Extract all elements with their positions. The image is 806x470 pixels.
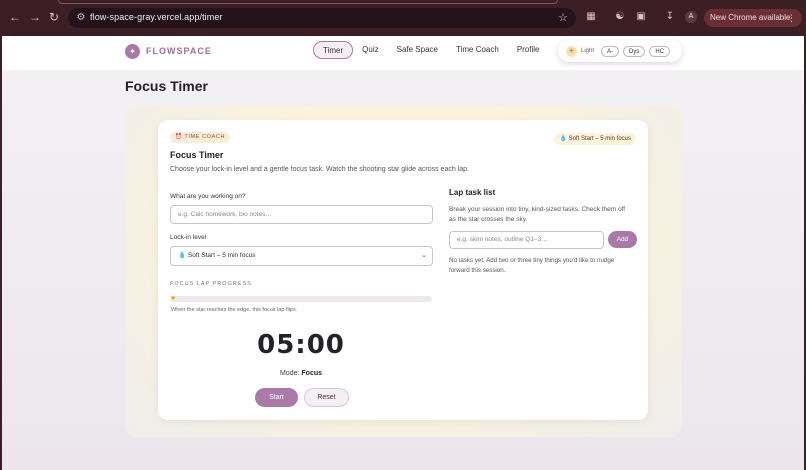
nav-safe-space[interactable]: Safe Space <box>388 41 447 59</box>
start-button[interactable]: Start <box>255 388 298 407</box>
chrome-update-label: New Chrome available <box>710 13 791 22</box>
reload-icon[interactable]: ↻ <box>47 10 61 24</box>
lap-title: Lap task list <box>449 188 496 197</box>
add-task-button[interactable]: Add <box>608 231 637 248</box>
chevron-down-icon: ⌄ <box>421 252 427 259</box>
page: ✦ FLOWSPACE Timer Quiz Safe Space Time C… <box>2 36 804 470</box>
address-bar[interactable]: ⚙ flow-space-gray.vercel.app/timer ☆ <box>68 8 576 28</box>
level-badge: 💧 Soft Start – 5 min focus <box>554 133 636 145</box>
window-edge-left <box>0 36 2 470</box>
task-input[interactable]: e.g. Calc homework, bio notes… <box>170 205 433 224</box>
nav-profile[interactable]: Profile <box>508 41 549 59</box>
level-select[interactable]: 💧 Soft Start – 5 min focus ⌄ <box>170 246 433 266</box>
accessibility-toggles: ☀ Light A- Dys HC <box>558 40 682 62</box>
mode-label: Mode: <box>279 370 300 377</box>
back-icon[interactable]: ← <box>8 10 22 24</box>
brand-name: FLOWSPACE <box>146 46 212 56</box>
nav-timer[interactable]: Timer <box>313 41 354 59</box>
main-nav: Timer Quiz Safe Space Time Coach Profile <box>313 41 549 59</box>
nav-quiz[interactable]: Quiz <box>353 41 387 59</box>
lap-description: Break your session into tiny, kind-sized… <box>449 206 626 223</box>
timer-display: 05:00 <box>257 330 345 360</box>
font-size-toggle[interactable]: A- <box>601 45 620 57</box>
timer-card: ⏰ TIME COACH 💧 Soft Start – 5 min focus … <box>158 120 648 420</box>
droplet-icon: 💧 <box>178 252 187 259</box>
chrome-update-button[interactable]: New Chrome available ⋮ <box>704 9 802 27</box>
droplet-icon: 💧 <box>559 136 567 142</box>
card-description: Choose your lock-in level and a gentle f… <box>170 166 469 173</box>
site-info-icon[interactable]: ⚙ <box>74 11 88 25</box>
sun-icon[interactable]: ☀ <box>566 45 577 57</box>
lap-empty-message: No tasks yet. Add two or three tiny thin… <box>449 257 615 274</box>
focus-progress-bar <box>170 296 432 302</box>
url-text: flow-space-gray.vercel.app/timer <box>90 12 223 22</box>
mode-value: Focus <box>301 370 323 377</box>
task-label: What are you working on? <box>170 193 246 200</box>
mode-display: Mode: Focus <box>158 370 444 377</box>
cast-icon[interactable]: ▣ <box>635 11 647 23</box>
incognito-icon[interactable]: ☯ <box>614 11 626 23</box>
dyslexia-toggle[interactable]: Dys <box>623 45 646 57</box>
profile-avatar[interactable]: A <box>685 11 697 23</box>
page-title: Focus Timer <box>125 78 208 94</box>
nav-time-coach[interactable]: Time Coach <box>447 41 508 59</box>
high-contrast-toggle[interactable]: HC <box>649 45 671 57</box>
reset-button[interactable]: Reset <box>304 388 349 407</box>
brand-logo-icon: ✦ <box>125 43 140 59</box>
extensions-icon[interactable]: ▦ <box>585 11 597 23</box>
progress-label: FOCUS LAP PROGRESS <box>170 281 252 287</box>
card-title: Focus Timer <box>170 150 224 160</box>
progress-note: When the star reaches the edge, this foc… <box>171 307 298 313</box>
lap-task-input[interactable]: e.g. skim notes, outline Q1–3… <box>449 231 604 249</box>
app-header: ✦ FLOWSPACE Timer Quiz Safe Space Time C… <box>2 36 804 70</box>
time-coach-badge: ⏰ TIME COACH <box>170 132 231 143</box>
bookmark-star-icon[interactable]: ☆ <box>558 11 568 24</box>
active-tab-outline <box>58 0 558 4</box>
more-menu-icon[interactable]: ⋮ <box>787 9 796 27</box>
level-label: Lock-in level <box>170 234 207 241</box>
time-coach-badge-label: TIME COACH <box>184 134 226 140</box>
shooting-star-icon: ★ <box>170 295 177 302</box>
level-select-value: Soft Start – 5 min focus <box>187 252 256 259</box>
forward-icon[interactable]: → <box>28 10 42 24</box>
level-badge-label: Soft Start – 5 min focus <box>568 136 631 142</box>
browser-toolbar: ← → ↻ ⚙ flow-space-gray.vercel.app/timer… <box>0 0 806 36</box>
brand[interactable]: ✦ FLOWSPACE <box>125 43 212 59</box>
theme-label[interactable]: Light <box>581 48 594 54</box>
download-icon[interactable]: ↧ <box>664 11 676 23</box>
